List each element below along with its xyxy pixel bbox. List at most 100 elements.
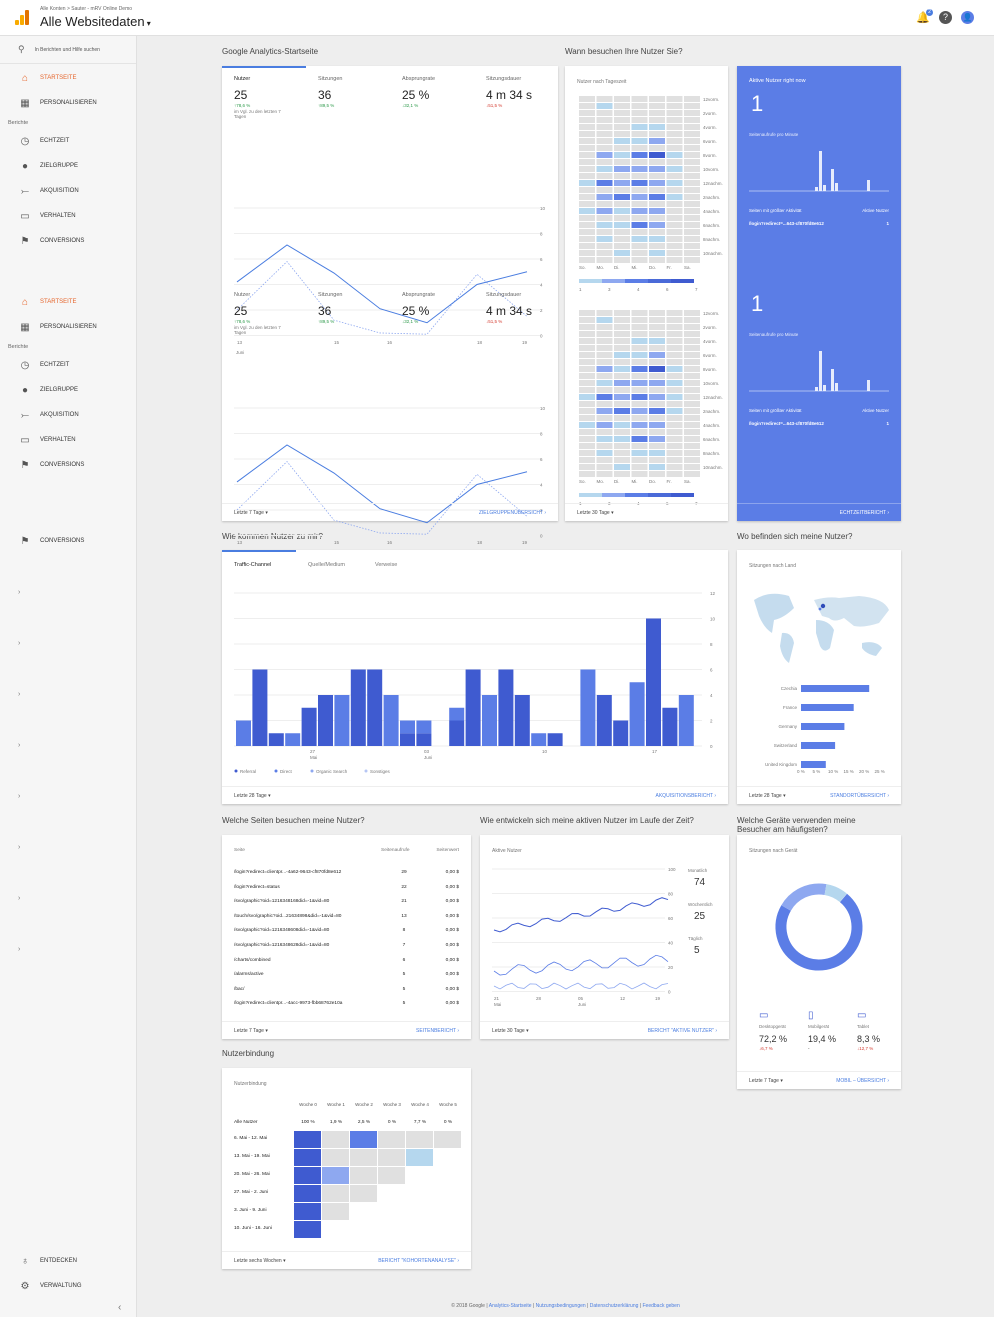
sidebar-item-personalisieren[interactable]: ▦ PERSONALISIEREN [0, 92, 137, 114]
sidebar-item-startseite[interactable]: ⌂ STARTSEITE [0, 67, 137, 89]
tab-trafficchannel[interactable]: Traffic-Channel [234, 562, 271, 568]
date-range-dropdown[interactable]: Letzte 30 Tage ▾ [577, 510, 614, 516]
date-range-dropdown[interactable]: Letzte 30 Tage ▾ [492, 1028, 529, 1034]
sidebar-item-zielgruppe[interactable]: ● ZIELGRUPPE [0, 379, 137, 401]
search-field[interactable]: ⚲ In Berichten und Hilfe suchen [0, 36, 136, 64]
top-page-link[interactable]: /login?redirect=...643-cf870fd8e612 [749, 421, 824, 426]
footer-link[interactable]: Analytics-Startseite [489, 1303, 532, 1309]
property-selector[interactable]: Alle Websitedaten [40, 14, 151, 29]
expand-arrow-icon[interactable]: › [18, 844, 20, 851]
cohort-cell[interactable] [294, 1185, 321, 1202]
sidebar-item-conversions[interactable]: ⚑ CONVERSIONS [0, 454, 137, 476]
cohort-cell[interactable] [406, 1149, 433, 1166]
kpi-absprungrate[interactable]: Absprungrate 25 % ↓32,1 % [402, 76, 482, 108]
active-users-report-link[interactable]: BERICHT "AKTIVE NUTZER" › [648, 1028, 717, 1034]
acquisition-report-link[interactable]: AKQUISITIONSBERICHT › [656, 793, 716, 799]
cohort-cell[interactable] [406, 1131, 433, 1148]
column-header-page[interactable]: Seite [234, 848, 381, 853]
expand-arrow-icon[interactable]: › [18, 640, 20, 647]
table-row[interactable]: /login?redirect=clientpr...-4acc-9973-fb… [234, 1001, 459, 1006]
account-avatar-icon[interactable]: 👤 [961, 11, 974, 24]
page-path[interactable]: /touch/svo/graphic?oid...21634898&did=-1… [234, 914, 381, 919]
cohort-cell[interactable] [322, 1149, 349, 1166]
cohort-cell[interactable] [322, 1185, 349, 1202]
kpi-sitzungsdauer[interactable]: Sitzungsdauer 4 m 34 s ↓51,5 % [486, 76, 566, 108]
footer-link[interactable]: Datenschutzerklärung [590, 1303, 639, 1309]
expand-arrow-icon[interactable]: › [18, 946, 20, 953]
collapse-sidebar-icon[interactable]: ‹ [118, 1302, 121, 1313]
cohort-cell[interactable] [322, 1167, 349, 1184]
breadcrumb[interactable]: Alle Konten > Sauter - mRV Online Demo [40, 6, 132, 12]
cohort-cell[interactable] [294, 1131, 321, 1148]
page-path[interactable]: /bac/ [234, 987, 381, 992]
table-row[interactable]: /svo/graphic?oid=1216348608did=-1&vid=80… [234, 928, 459, 933]
date-range-dropdown[interactable]: Letzte 7 Tage ▾ [234, 510, 268, 516]
table-row[interactable]: /svo/graphic?oid=1216348168did=-1&vid=80… [234, 899, 459, 904]
pages-report-link[interactable]: SEITENBERICHT › [416, 1028, 459, 1034]
cohort-cell[interactable] [350, 1149, 377, 1166]
page-path[interactable]: /alarms/active [234, 972, 381, 977]
date-range-dropdown[interactable]: Letzte 7 Tage ▾ [749, 1078, 783, 1084]
kpi-sitzungsdauer[interactable]: Sitzungsdauer 4 m 34 s ↓51,5 % [486, 292, 566, 324]
expand-arrow-icon[interactable]: › [18, 895, 20, 902]
cohort-cell[interactable] [378, 1131, 405, 1148]
page-path[interactable]: /svo/graphic?oid=1216348608did=-1&vid=80 [234, 928, 381, 933]
sidebar-item-personalisieren[interactable]: ▦ PERSONALISIEREN [0, 316, 137, 338]
cohort-cell[interactable] [322, 1203, 349, 1220]
page-path[interactable]: /svo/graphic?oid=1216348628did=-1&vid=80 [234, 943, 381, 948]
sidebar-item-startseite[interactable]: ⌂ STARTSEITE [0, 291, 137, 313]
date-range-dropdown[interactable]: Letzte 28 Tage ▾ [234, 793, 271, 799]
cohort-cell[interactable] [294, 1149, 321, 1166]
help-icon[interactable]: ? [939, 11, 952, 24]
mobile-overview-link[interactable]: MOBIL – ÜBERSICHT › [836, 1078, 889, 1084]
sidebar-item-conversions[interactable]: ⚑ CONVERSIONS [0, 230, 137, 252]
table-row[interactable]: /svo/graphic?oid=1216348628did=-1&vid=80… [234, 943, 459, 948]
sidebar-item-verwaltung[interactable]: ⚙ VERWALTUNG [0, 1275, 137, 1297]
audience-overview-link[interactable]: ZIELGRUPPENÜBERSICHT › [479, 510, 546, 516]
sidebar-item-akquisition[interactable]: ⤚ AKQUISITION [0, 404, 137, 426]
kpi-sitzungen[interactable]: Sitzungen 36 ↑89,5 % [318, 76, 398, 108]
column-header-views[interactable]: Seitenaufrufe [381, 848, 427, 853]
cohort-cell[interactable] [378, 1149, 405, 1166]
tab-verweise[interactable]: Verweise [375, 562, 397, 568]
page-path[interactable]: /login?redirect=clientpr...-4acc-9973-fb… [234, 1001, 381, 1006]
table-row[interactable]: /touch/svo/graphic?oid...21634898&did=-1… [234, 914, 459, 919]
sidebar-item-echtzeit[interactable]: ◷ ECHTZEIT [0, 354, 137, 376]
table-row[interactable]: /login?redirect=status 22 0,00 $ [234, 885, 459, 890]
analytics-logo-icon[interactable] [15, 10, 29, 25]
page-path[interactable]: /login?redirect=status [234, 885, 381, 890]
sidebar-item-entdecken[interactable]: ♁ ENTDECKEN [0, 1250, 137, 1272]
table-row[interactable]: /alarms/active 5 0,00 $ [234, 972, 459, 977]
sidebar-item-verhalten[interactable]: ▭ VERHALTEN [0, 429, 137, 451]
expand-arrow-icon[interactable]: › [18, 589, 20, 596]
sidebar-item-conversions[interactable]: ⚑ CONVERSIONS [0, 530, 137, 552]
table-row[interactable]: /charts/combined 6 0,00 $ [234, 958, 459, 963]
sidebar-item-akquisition[interactable]: ⤚ AKQUISITION [0, 180, 137, 202]
kpi-nutzer[interactable]: Nutzer 25 ↑78,6 % im Vgl. zu den letzten 7 … [234, 292, 314, 335]
tab-quellemedium[interactable]: Quelle/Medium [308, 562, 345, 568]
column-header-value[interactable]: Seitenwert [427, 848, 459, 853]
date-range-dropdown[interactable]: Letzte 7 Tage ▾ [234, 1028, 268, 1034]
page-path[interactable]: /login?redirect=clientpr...-4a62-9643-cf… [234, 870, 381, 875]
cohort-cell[interactable] [350, 1167, 377, 1184]
footer-link[interactable]: Nutzungsbedingungen [536, 1303, 586, 1309]
realtime-report-link[interactable]: ECHTZEITBERICHT › [840, 510, 889, 516]
kpi-absprungrate[interactable]: Absprungrate 25 % ↓32,1 % [402, 292, 482, 324]
top-page-link[interactable]: /login?redirect=...643-cf870fd8e612 [749, 221, 824, 226]
cohort-cell[interactable] [294, 1203, 321, 1220]
kpi-sitzungen[interactable]: Sitzungen 36 ↑89,5 % [318, 292, 398, 324]
table-row[interactable]: /login?redirect=clientpr...-4a62-9643-cf… [234, 870, 459, 875]
sidebar-item-zielgruppe[interactable]: ● ZIELGRUPPE [0, 155, 137, 177]
cohort-cell[interactable] [294, 1167, 321, 1184]
footer-link[interactable]: Feedback geben [642, 1303, 679, 1309]
date-range-dropdown[interactable]: Letzte sechs Wochen ▾ [234, 1258, 286, 1264]
cohort-cell[interactable] [350, 1185, 377, 1202]
page-path[interactable]: /charts/combined [234, 958, 381, 963]
cohort-cell[interactable] [322, 1131, 349, 1148]
sidebar-item-verhalten[interactable]: ▭ VERHALTEN [0, 205, 137, 227]
cohort-report-link[interactable]: BERICHT "KOHORTENANALYSE" › [378, 1258, 459, 1264]
expand-arrow-icon[interactable]: › [18, 742, 20, 749]
expand-arrow-icon[interactable]: › [18, 691, 20, 698]
cohort-cell[interactable] [294, 1221, 321, 1238]
cohort-cell[interactable] [434, 1131, 461, 1148]
